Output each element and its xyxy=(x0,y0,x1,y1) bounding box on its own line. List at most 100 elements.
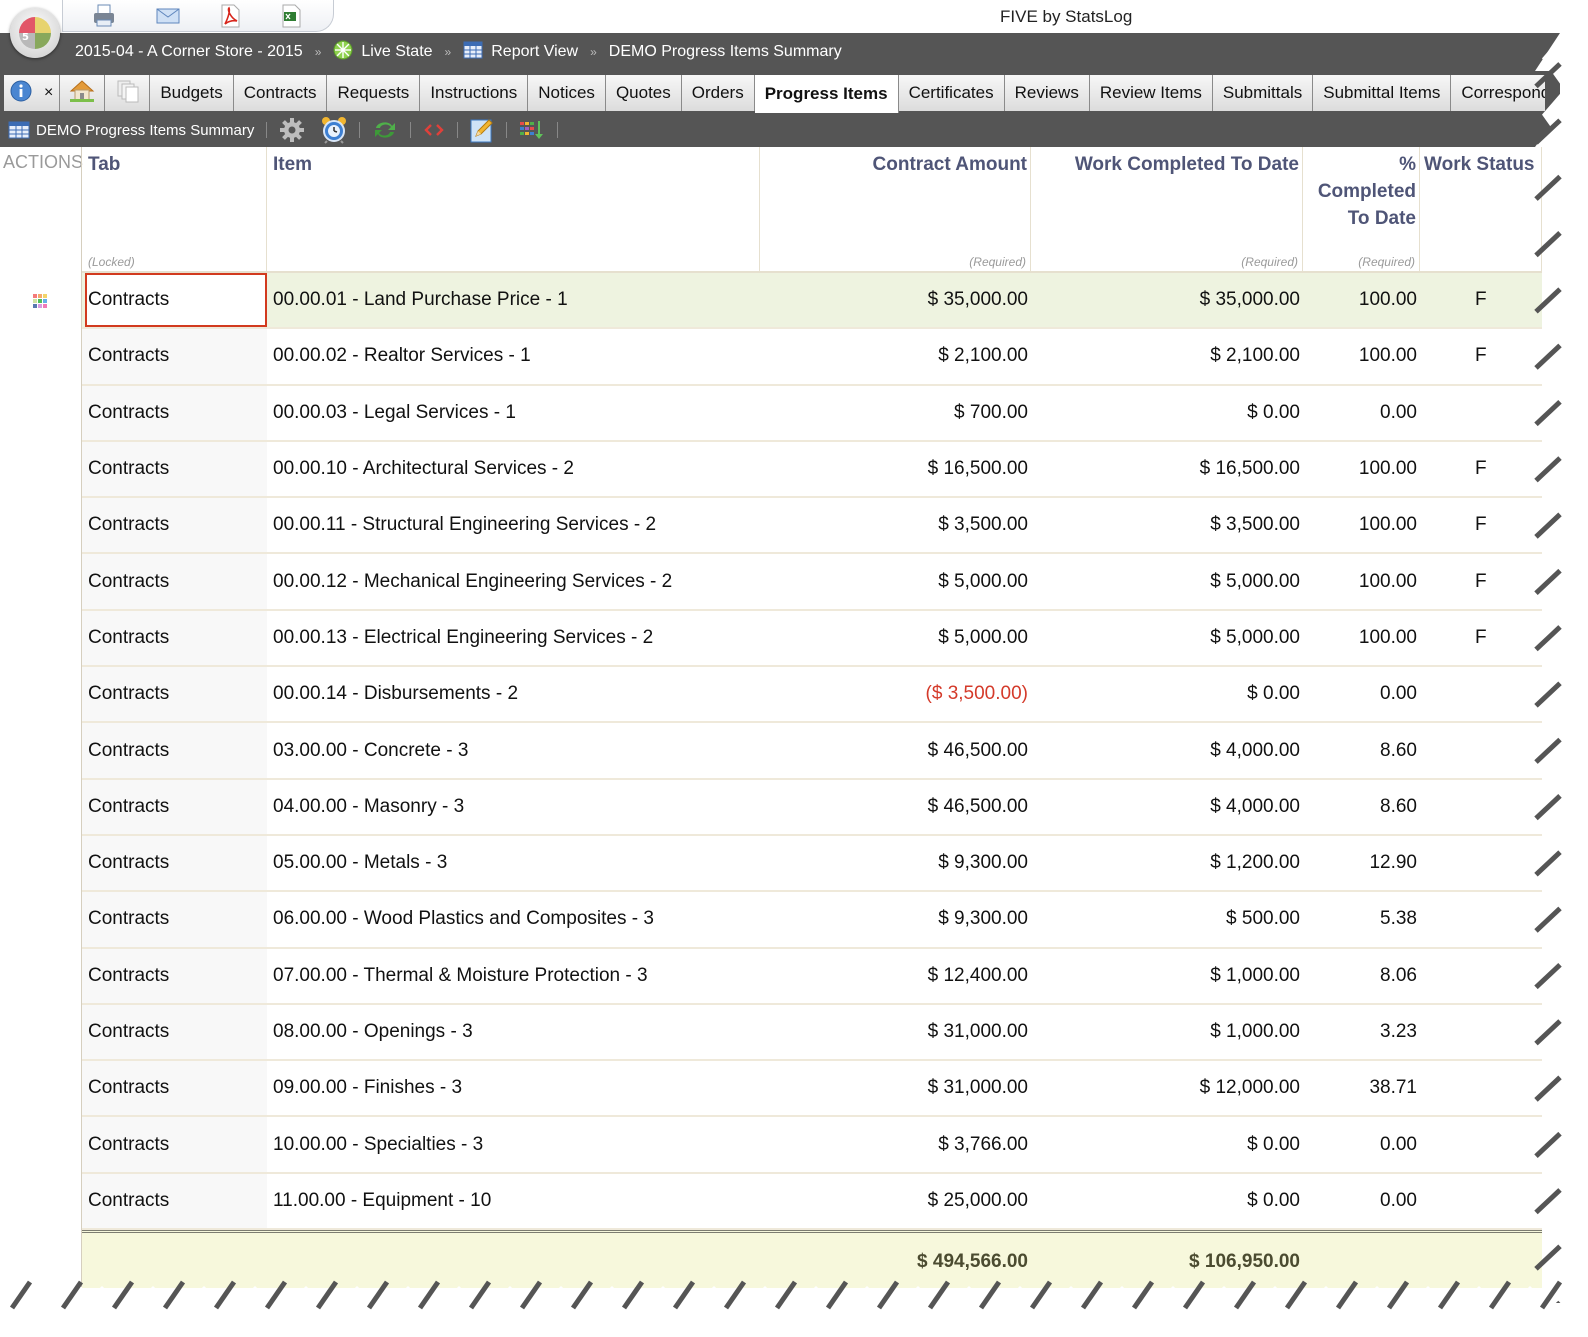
tab-orders[interactable]: Orders xyxy=(681,75,755,111)
column-header-pct-completed[interactable]: % Completed To Date (Required) xyxy=(1303,147,1420,271)
cell-item[interactable]: 00.00.10 - Architectural Services - 2 xyxy=(267,442,760,496)
cell-contract-amount[interactable]: $ 5,000.00 xyxy=(760,611,1031,665)
cell-pct-completed[interactable]: 100.00 xyxy=(1303,498,1420,552)
tab-notices[interactable]: Notices xyxy=(528,75,606,111)
cell-item[interactable]: 03.00.00 - Concrete - 3 xyxy=(267,723,760,777)
tab-requests[interactable]: Requests xyxy=(327,75,421,111)
cell-tab[interactable]: Contracts xyxy=(82,1061,267,1116)
tab-reviews[interactable]: Reviews xyxy=(1004,75,1090,111)
table-row[interactable]: Contracts 03.00.00 - Concrete - 3 $ 46,500… xyxy=(82,723,1542,780)
table-row[interactable]: Contracts 00.00.12 - Mechanical Engineeri… xyxy=(82,554,1542,611)
cell-work-completed[interactable]: $ 0.00 xyxy=(1031,1174,1303,1228)
column-order-button[interactable] xyxy=(519,119,545,141)
cell-work-completed[interactable]: $ 1,200.00 xyxy=(1031,836,1303,890)
table-row[interactable]: Contracts 00.00.02 - Realtor Services - 1… xyxy=(82,329,1542,386)
cell-item[interactable]: 10.00.00 - Specialties - 3 xyxy=(267,1117,760,1171)
cell-tab[interactable]: Contracts xyxy=(82,948,267,1003)
cell-tab[interactable]: Contracts xyxy=(82,1173,267,1229)
breadcrumb-state[interactable]: Live State xyxy=(361,43,432,61)
cell-work-completed[interactable]: $ 5,000.00 xyxy=(1031,611,1303,665)
cell-work-completed[interactable]: $ 0.00 xyxy=(1031,386,1303,440)
cell-pct-completed[interactable]: 8.60 xyxy=(1303,780,1420,834)
cell-tab[interactable]: Contracts xyxy=(82,610,267,666)
cell-pct-completed[interactable]: 3.23 xyxy=(1303,1005,1420,1059)
cell-item[interactable]: 09.00.00 - Finishes - 3 xyxy=(267,1061,760,1115)
cell-tab[interactable]: Contracts xyxy=(82,441,267,497)
cell-item[interactable]: 00.00.12 - Mechanical Engineering Servic… xyxy=(267,554,760,608)
table-row[interactable]: Contracts 00.00.14 - Disbursements - 2 ($ … xyxy=(82,667,1542,724)
cell-tab[interactable]: Contracts xyxy=(82,385,267,440)
cell-work-completed[interactable]: $ 3,500.00 xyxy=(1031,498,1303,552)
cell-pct-completed[interactable]: 12.90 xyxy=(1303,836,1420,890)
table-row[interactable]: Contracts 05.00.00 - Metals - 3 $ 9,300.00… xyxy=(82,835,1542,893)
cell-item[interactable]: 08.00.00 - Openings - 3 xyxy=(267,1005,760,1059)
cell-work-completed[interactable]: $ 1,000.00 xyxy=(1031,949,1303,1003)
table-row[interactable]: Contracts 00.00.10 - Architectural Servic… xyxy=(82,441,1542,499)
table-row[interactable]: Contracts 11.00.00 - Equipment - 10 $ 25,0… xyxy=(82,1173,1542,1231)
table-row[interactable]: Contracts 06.00.00 - Wood Plastics and Co… xyxy=(82,892,1542,949)
cell-item[interactable]: 00.00.02 - Realtor Services - 1 xyxy=(267,329,760,383)
cell-pct-completed[interactable]: 100.00 xyxy=(1303,442,1420,496)
tab-contracts[interactable]: Contracts xyxy=(233,75,328,111)
cell-contract-amount[interactable]: $ 5,000.00 xyxy=(760,554,1031,608)
cell-tab[interactable]: Contracts xyxy=(85,273,267,328)
table-row[interactable]: Contracts 00.00.03 - Legal Services - 1 $ … xyxy=(82,385,1542,442)
close-icon[interactable]: × xyxy=(44,84,53,102)
cell-tab[interactable]: Contracts xyxy=(82,329,267,384)
cell-pct-completed[interactable]: 5.38 xyxy=(1303,892,1420,946)
table-row[interactable]: Contracts 00.00.13 - Electrical Engineeri… xyxy=(82,610,1542,668)
cell-item[interactable]: 04.00.00 - Masonry - 3 xyxy=(267,780,760,834)
cell-contract-amount[interactable]: $ 9,300.00 xyxy=(760,892,1031,946)
cell-contract-amount[interactable]: $ 46,500.00 xyxy=(760,723,1031,777)
table-row[interactable]: Contracts 00.00.11 - Structural Engineeri… xyxy=(82,498,1542,555)
code-button[interactable] xyxy=(423,122,445,138)
cell-work-completed[interactable]: $ 16,500.00 xyxy=(1031,442,1303,496)
cell-work-completed[interactable]: $ 1,000.00 xyxy=(1031,1005,1303,1059)
tab-certificates[interactable]: Certificates xyxy=(898,75,1005,111)
cell-tab[interactable]: Contracts xyxy=(82,498,267,553)
cell-tab[interactable]: Contracts xyxy=(82,667,267,722)
cell-tab[interactable]: Contracts xyxy=(82,1117,267,1172)
tab-quotes[interactable]: Quotes xyxy=(605,75,682,111)
cell-pct-completed[interactable]: 8.60 xyxy=(1303,723,1420,777)
cell-item[interactable]: 07.00.00 - Thermal & Moisture Protection… xyxy=(267,949,760,1003)
cell-contract-amount[interactable]: $ 46,500.00 xyxy=(760,780,1031,834)
breadcrumb-project[interactable]: 2015-04 - A Corner Store - 2015 xyxy=(75,43,303,61)
column-header-item[interactable]: Item xyxy=(267,147,760,271)
cell-contract-amount[interactable]: $ 2,100.00 xyxy=(760,329,1031,383)
cell-work-completed[interactable]: $ 4,000.00 xyxy=(1031,780,1303,834)
tab-budgets[interactable]: Budgets xyxy=(150,75,234,111)
tab-info[interactable]: × xyxy=(4,75,61,111)
tab-documents[interactable] xyxy=(105,75,151,111)
cell-contract-amount[interactable]: $ 3,500.00 xyxy=(760,498,1031,552)
settings-button[interactable] xyxy=(279,117,305,143)
table-row[interactable]: Contracts 00.00.01 - Land Purchase Price … xyxy=(82,273,1542,330)
cell-contract-amount[interactable]: $ 9,300.00 xyxy=(760,836,1031,890)
cell-work-completed[interactable]: $ 500.00 xyxy=(1031,892,1303,946)
cell-contract-amount[interactable]: $ 3,766.00 xyxy=(760,1117,1031,1171)
cell-contract-amount[interactable]: $ 700.00 xyxy=(760,386,1031,440)
schedule-button[interactable] xyxy=(321,116,347,144)
cell-tab[interactable]: Contracts xyxy=(82,779,267,834)
cell-pct-completed[interactable]: 38.71 xyxy=(1303,1061,1420,1115)
cell-contract-amount[interactable]: ($ 3,500.00) xyxy=(760,667,1031,721)
cell-item[interactable]: 11.00.00 - Equipment - 10 xyxy=(267,1174,760,1228)
table-row[interactable]: Contracts 08.00.00 - Openings - 3 $ 31,000… xyxy=(82,1004,1542,1062)
email-icon[interactable] xyxy=(155,4,181,28)
cell-contract-amount[interactable]: $ 31,000.00 xyxy=(760,1061,1031,1115)
cell-item[interactable]: 00.00.03 - Legal Services - 1 xyxy=(267,386,760,440)
cell-item[interactable]: 00.00.13 - Electrical Engineering Servic… xyxy=(267,611,760,665)
cell-tab[interactable]: Contracts xyxy=(82,1004,267,1060)
tab-instructions[interactable]: Instructions xyxy=(420,75,529,111)
column-header-work-completed[interactable]: Work Completed To Date (Required) xyxy=(1031,147,1303,271)
column-header-tab[interactable]: Tab (Locked) xyxy=(82,147,267,271)
cell-contract-amount[interactable]: $ 31,000.00 xyxy=(760,1005,1031,1059)
cell-work-completed[interactable]: $ 35,000.00 xyxy=(1031,273,1303,327)
table-row[interactable]: Contracts 09.00.00 - Finishes - 3 $ 31,000… xyxy=(82,1061,1542,1118)
table-row[interactable]: Contracts 04.00.00 - Masonry - 3 $ 46,500.… xyxy=(82,779,1542,836)
cell-item[interactable]: 06.00.00 - Wood Plastics and Composites … xyxy=(267,892,760,946)
cell-pct-completed[interactable]: 0.00 xyxy=(1303,1174,1420,1228)
edit-button[interactable] xyxy=(470,117,494,143)
refresh-button[interactable] xyxy=(372,119,398,141)
tab-review-items[interactable]: Review Items xyxy=(1089,75,1213,111)
